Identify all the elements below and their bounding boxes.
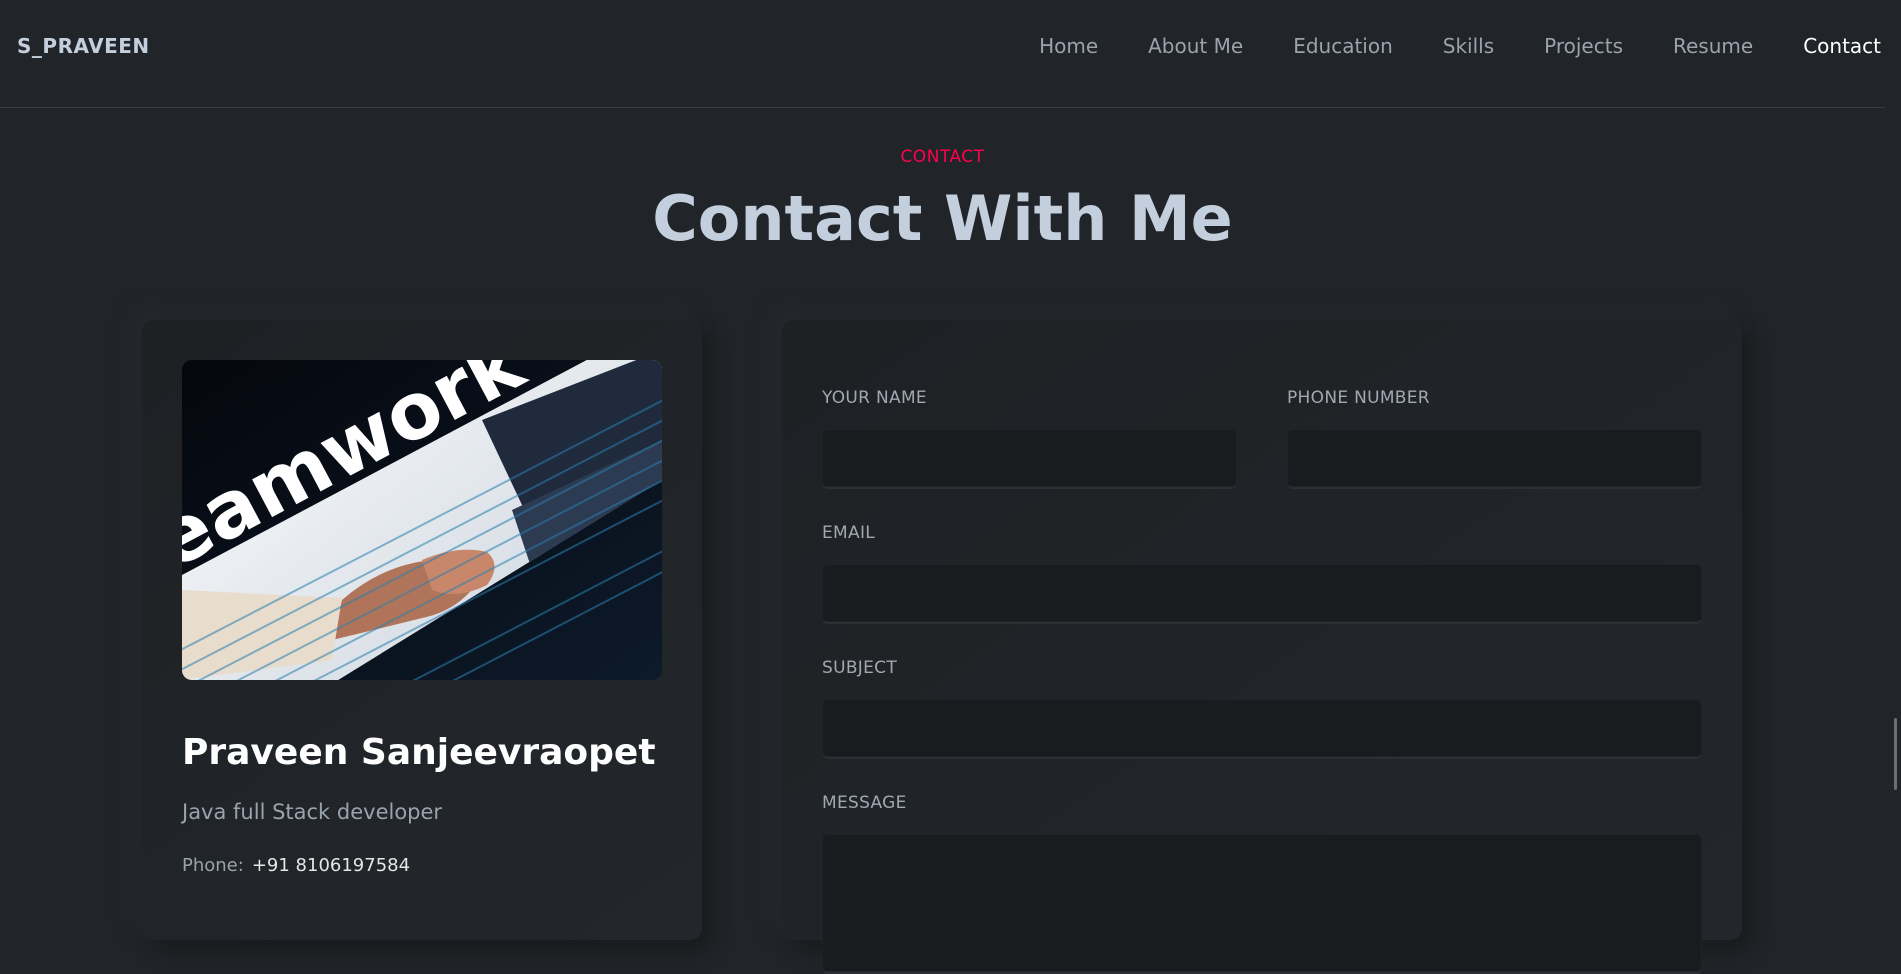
phone-label: Phone: xyxy=(182,855,244,876)
subject-label: SUBJECT xyxy=(822,658,898,678)
section-title: Contact With Me xyxy=(652,182,1233,255)
name-input[interactable] xyxy=(822,429,1237,489)
profile-name: Praveen Sanjeevraopet xyxy=(182,732,656,773)
scrollbar-thumb[interactable] xyxy=(1894,718,1897,790)
nav-resume[interactable]: Resume xyxy=(1673,34,1753,58)
page-scrollbar[interactable] xyxy=(1885,0,1901,896)
contact-form-card: YOUR NAME PHONE NUMBER EMAIL SUBJECT MES… xyxy=(782,320,1742,974)
nav-about-me[interactable]: About Me xyxy=(1148,34,1243,58)
profile-card: eamwork Praveen Sanjeevraopet Java full … xyxy=(142,320,702,940)
nav-skills[interactable]: Skills xyxy=(1443,34,1494,58)
phone-value[interactable]: +91 8106197584 xyxy=(252,855,410,876)
teamwork-handshake-image: eamwork xyxy=(182,360,662,680)
phone-number-label: PHONE NUMBER xyxy=(1287,388,1430,408)
nav-home[interactable]: Home xyxy=(1039,34,1098,58)
email-label: EMAIL xyxy=(822,523,876,543)
section-kicker: CONTACT xyxy=(900,147,985,167)
email-input[interactable] xyxy=(822,564,1702,624)
main-menu: Home About Me Education Skills Projects … xyxy=(989,34,1881,58)
message-label: MESSAGE xyxy=(822,793,907,813)
subject-input[interactable] xyxy=(822,699,1702,759)
phone-number-input[interactable] xyxy=(1287,429,1702,489)
profile-phone: Phone: +91 8106197584 xyxy=(182,855,410,876)
profile-role: Java full Stack developer xyxy=(182,800,443,824)
top-navbar: S_PRAVEEN Home About Me Education Skills… xyxy=(0,0,1885,108)
name-label: YOUR NAME xyxy=(822,388,927,408)
nav-contact[interactable]: Contact xyxy=(1803,34,1881,58)
nav-education[interactable]: Education xyxy=(1293,34,1393,58)
brand-logo[interactable]: S_PRAVEEN xyxy=(17,34,150,58)
message-textarea[interactable] xyxy=(822,834,1702,974)
nav-projects[interactable]: Projects xyxy=(1544,34,1623,58)
